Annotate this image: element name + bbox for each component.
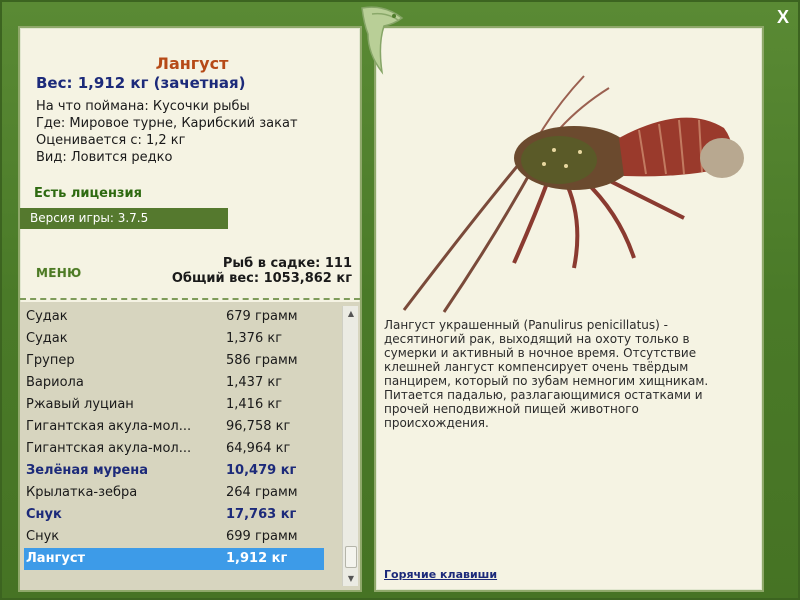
catch-fish-weight: 64,964 кг bbox=[226, 441, 291, 456]
fish-weight: Вес: 1,912 кг (зачетная) bbox=[36, 74, 246, 92]
catch-list: Судак 679 грамм Судак 1,376 кг Групер 586 гра… bbox=[24, 306, 324, 570]
keepnet-stats: Рыб в садке: 111 Общий вес: 1053,862 кг bbox=[172, 256, 352, 286]
catch-fish-name: Крылатка-зебра bbox=[26, 485, 138, 500]
fish-count: Рыб в садке: 111 bbox=[222, 256, 352, 271]
catch-list-row[interactable]: Лангуст 1,912 кг bbox=[24, 548, 324, 570]
close-button[interactable]: X bbox=[772, 6, 794, 28]
catch-fish-name: Судак bbox=[26, 309, 68, 324]
catch-fish-weight: 699 грамм bbox=[226, 529, 298, 544]
catch-list-row[interactable]: Судак 1,376 кг bbox=[24, 328, 324, 350]
location-info: Где: Мировое турне, Карибский закат bbox=[36, 116, 298, 131]
game-version: Версия игры: 3.7.5 bbox=[20, 208, 228, 229]
total-weight: Общий вес: 1053,862 кг bbox=[171, 271, 352, 286]
catch-list-container: Судак 679 грамм Судак 1,376 кг Групер 586 гра… bbox=[20, 302, 360, 590]
catch-fish-name: Зелёная мурена bbox=[26, 463, 148, 478]
game-window-frame: X Лангуст Вес: 1,912 кг (зачетная) На чт… bbox=[0, 0, 800, 600]
catch-fish-name: Судак bbox=[26, 331, 68, 346]
catch-fish-weight: 1,416 кг bbox=[226, 397, 283, 412]
catch-list-scrollbar[interactable]: ▲ ▼ bbox=[342, 306, 358, 586]
divider bbox=[20, 298, 360, 300]
kind-info: Вид: Ловится редко bbox=[36, 150, 173, 165]
catch-fish-name: Групер bbox=[26, 353, 75, 368]
catch-fish-weight: 679 грамм bbox=[226, 309, 298, 324]
hotkeys-link[interactable]: Горячие клавиши bbox=[384, 568, 497, 581]
bait-info: На что поймана: Кусочки рыбы bbox=[36, 99, 250, 114]
catch-list-row[interactable]: Крылатка-зебра 264 грамм bbox=[24, 482, 324, 504]
fish-name-title: Лангуст bbox=[155, 54, 229, 73]
catch-fish-weight: 96,758 кг bbox=[226, 419, 291, 434]
valued-from-info: Оценивается с: 1,2 кг bbox=[36, 133, 186, 148]
fish-logo-icon bbox=[361, 6, 404, 75]
scroll-down-arrow-icon[interactable]: ▼ bbox=[343, 571, 359, 586]
catch-list-row[interactable]: Гигантская акула-мол... 64,964 кг bbox=[24, 438, 324, 460]
catch-fish-name: Снук bbox=[26, 529, 60, 544]
catch-fish-name: Вариола bbox=[26, 375, 84, 390]
catch-list-row[interactable]: Ржавый луциан 1,416 кг bbox=[24, 394, 324, 416]
catch-fish-name: Лангуст bbox=[26, 551, 86, 566]
catch-fish-weight: 17,763 кг bbox=[226, 507, 297, 522]
fish-image-panel: Лангуст украшенный (Panulirus penicillat… bbox=[374, 26, 764, 592]
catch-list-row[interactable]: Зелёная мурена 10,479 кг bbox=[24, 460, 324, 482]
lobster-image bbox=[402, 75, 744, 313]
catch-list-row[interactable]: Снук 17,763 кг bbox=[24, 504, 324, 526]
fish-info-panel: Лангуст Вес: 1,912 кг (зачетная) На что … bbox=[18, 26, 362, 592]
license-status: Есть лицензия bbox=[34, 186, 142, 201]
catch-fish-weight: 264 грамм bbox=[226, 485, 298, 500]
scrollbar-thumb[interactable] bbox=[345, 546, 357, 568]
close-icon: X bbox=[776, 7, 789, 27]
catch-list-row[interactable]: Вариола 1,437 кг bbox=[24, 372, 324, 394]
catch-fish-weight: 1,912 кг bbox=[226, 551, 288, 566]
catch-list-row[interactable]: Групер 586 грамм bbox=[24, 350, 324, 372]
fish-details: На что поймана: Кусочки рыбы Где: Мирово… bbox=[36, 98, 298, 166]
catch-fish-weight: 1,437 кг bbox=[226, 375, 283, 390]
catch-list-row[interactable]: Гигантская акула-мол... 96,758 кг bbox=[24, 416, 324, 438]
catch-fish-name: Гигантская акула-мол... bbox=[26, 419, 192, 434]
catch-fish-weight: 1,376 кг bbox=[226, 331, 283, 346]
catch-fish-weight: 586 грамм bbox=[226, 353, 298, 368]
catch-fish-name: Снук bbox=[26, 507, 62, 522]
catch-fish-name: Ржавый луциан bbox=[26, 397, 134, 412]
catch-fish-name: Гигантская акула-мол... bbox=[26, 441, 192, 456]
catch-fish-weight: 10,479 кг bbox=[226, 463, 297, 478]
catch-list-row[interactable]: Снук 699 грамм bbox=[24, 526, 324, 548]
menu-button[interactable]: МЕНЮ bbox=[36, 266, 81, 280]
scroll-up-arrow-icon[interactable]: ▲ bbox=[343, 306, 359, 321]
fish-description: Лангуст украшенный (Panulirus penicillat… bbox=[384, 318, 709, 430]
catch-list-row[interactable]: Судак 679 грамм bbox=[24, 306, 324, 328]
